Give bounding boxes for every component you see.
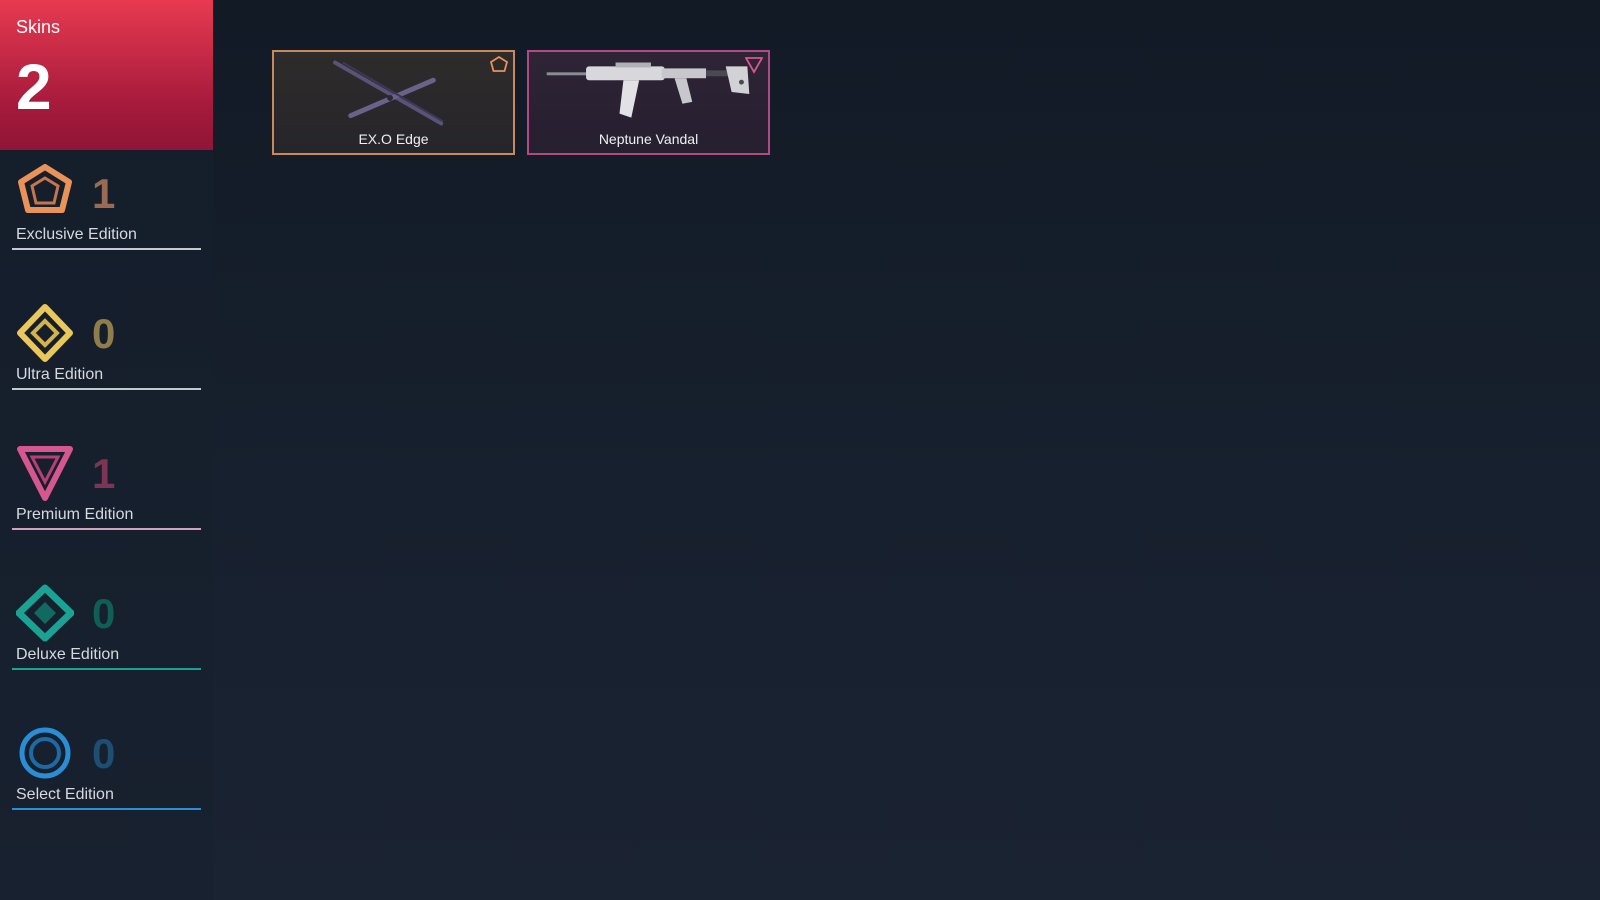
rifle-weapon-art [546, 62, 750, 118]
edition-label: Deluxe Edition [16, 646, 120, 663]
edition-count: 0 [92, 310, 116, 357]
edition-filter-deluxe[interactable]: 0 Deluxe Edition [12, 584, 201, 674]
sidebar: Skins 2 1 Exclusive Edition 0 Ultra Edit… [0, 0, 213, 900]
skins-summary[interactable]: Skins 2 [0, 0, 213, 150]
premium-edition-icon [17, 446, 73, 501]
edition-count: 0 [92, 590, 116, 637]
select-edition-icon [19, 727, 71, 779]
edition-label: Exclusive Edition [16, 226, 137, 243]
edition-divider [12, 808, 201, 810]
edition-count: 1 [92, 450, 116, 497]
skins-title: Skins [16, 17, 61, 37]
ultra-edition-icon [17, 304, 73, 362]
exclusive-edition-icon [490, 56, 508, 72]
edition-label: Premium Edition [16, 506, 134, 523]
exclusive-edition-icon [18, 164, 72, 213]
edition-count: 1 [92, 170, 116, 217]
skin-card[interactable]: Neptune Vandal [527, 50, 770, 155]
edition-divider [12, 388, 201, 390]
edition-filter-ultra[interactable]: 0 Ultra Edition [12, 304, 201, 394]
skin-name: Neptune Vandal [598, 131, 699, 147]
deluxe-edition-icon [16, 584, 74, 642]
edition-divider [12, 248, 201, 250]
premium-edition-icon [745, 57, 763, 74]
edition-count: 0 [92, 730, 116, 777]
edition-filter-exclusive[interactable]: 1 Exclusive Edition [12, 164, 201, 254]
skins-total-count: 2 [16, 51, 52, 123]
edition-filter-premium[interactable]: 1 Premium Edition [12, 444, 201, 534]
skin-card[interactable]: EX.O Edge [272, 50, 515, 155]
edition-filter-select[interactable]: 0 Select Edition [12, 724, 201, 814]
melee-weapon-art [333, 60, 444, 126]
skin-name: EX.O Edge [358, 131, 429, 147]
edition-divider [12, 528, 201, 530]
edition-label: Ultra Edition [16, 366, 104, 383]
edition-divider [12, 668, 201, 670]
edition-label: Select Edition [16, 786, 114, 803]
